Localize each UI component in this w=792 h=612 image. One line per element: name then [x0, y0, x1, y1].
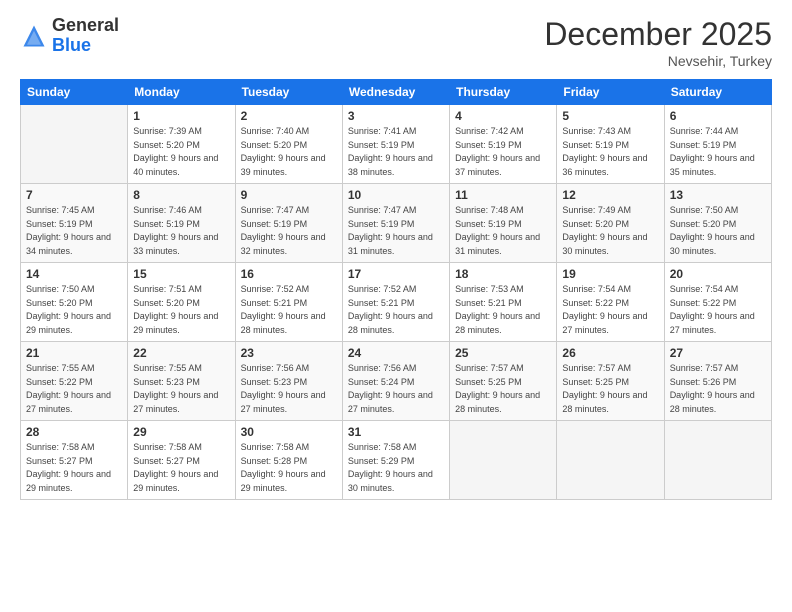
- table-row: 6Sunrise: 7:44 AMSunset: 5:19 PMDaylight…: [664, 105, 771, 184]
- table-row: 16Sunrise: 7:52 AMSunset: 5:21 PMDayligh…: [235, 263, 342, 342]
- calendar-page: General Blue December 2025 Nevsehir, Tur…: [0, 0, 792, 612]
- week-row-1: 1Sunrise: 7:39 AMSunset: 5:20 PMDaylight…: [21, 105, 772, 184]
- calendar-table: Sunday Monday Tuesday Wednesday Thursday…: [20, 79, 772, 500]
- table-row: 18Sunrise: 7:53 AMSunset: 5:21 PMDayligh…: [450, 263, 557, 342]
- col-sunday: Sunday: [21, 80, 128, 105]
- table-row: 24Sunrise: 7:56 AMSunset: 5:24 PMDayligh…: [342, 342, 449, 421]
- col-thursday: Thursday: [450, 80, 557, 105]
- logo-general-text: General: [52, 15, 119, 35]
- table-row: 21Sunrise: 7:55 AMSunset: 5:22 PMDayligh…: [21, 342, 128, 421]
- table-row: 3Sunrise: 7:41 AMSunset: 5:19 PMDaylight…: [342, 105, 449, 184]
- table-row: 12Sunrise: 7:49 AMSunset: 5:20 PMDayligh…: [557, 184, 664, 263]
- logo-blue-text: Blue: [52, 35, 91, 55]
- week-row-4: 21Sunrise: 7:55 AMSunset: 5:22 PMDayligh…: [21, 342, 772, 421]
- table-row: 30Sunrise: 7:58 AMSunset: 5:28 PMDayligh…: [235, 421, 342, 500]
- week-row-2: 7Sunrise: 7:45 AMSunset: 5:19 PMDaylight…: [21, 184, 772, 263]
- table-row: 14Sunrise: 7:50 AMSunset: 5:20 PMDayligh…: [21, 263, 128, 342]
- table-row: [557, 421, 664, 500]
- table-row: [664, 421, 771, 500]
- col-friday: Friday: [557, 80, 664, 105]
- table-row: 27Sunrise: 7:57 AMSunset: 5:26 PMDayligh…: [664, 342, 771, 421]
- header-row: Sunday Monday Tuesday Wednesday Thursday…: [21, 80, 772, 105]
- location: Nevsehir, Turkey: [544, 53, 772, 69]
- table-row: 29Sunrise: 7:58 AMSunset: 5:27 PMDayligh…: [128, 421, 235, 500]
- table-row: 10Sunrise: 7:47 AMSunset: 5:19 PMDayligh…: [342, 184, 449, 263]
- col-tuesday: Tuesday: [235, 80, 342, 105]
- month-title: December 2025: [544, 16, 772, 53]
- table-row: 23Sunrise: 7:56 AMSunset: 5:23 PMDayligh…: [235, 342, 342, 421]
- table-row: 15Sunrise: 7:51 AMSunset: 5:20 PMDayligh…: [128, 263, 235, 342]
- table-row: [450, 421, 557, 500]
- col-wednesday: Wednesday: [342, 80, 449, 105]
- table-row: 17Sunrise: 7:52 AMSunset: 5:21 PMDayligh…: [342, 263, 449, 342]
- table-row: 8Sunrise: 7:46 AMSunset: 5:19 PMDaylight…: [128, 184, 235, 263]
- col-saturday: Saturday: [664, 80, 771, 105]
- table-row: 4Sunrise: 7:42 AMSunset: 5:19 PMDaylight…: [450, 105, 557, 184]
- table-row: 22Sunrise: 7:55 AMSunset: 5:23 PMDayligh…: [128, 342, 235, 421]
- table-row: 5Sunrise: 7:43 AMSunset: 5:19 PMDaylight…: [557, 105, 664, 184]
- table-row: 13Sunrise: 7:50 AMSunset: 5:20 PMDayligh…: [664, 184, 771, 263]
- table-row: 19Sunrise: 7:54 AMSunset: 5:22 PMDayligh…: [557, 263, 664, 342]
- table-row: 11Sunrise: 7:48 AMSunset: 5:19 PMDayligh…: [450, 184, 557, 263]
- week-row-5: 28Sunrise: 7:58 AMSunset: 5:27 PMDayligh…: [21, 421, 772, 500]
- table-row: 20Sunrise: 7:54 AMSunset: 5:22 PMDayligh…: [664, 263, 771, 342]
- logo-icon: [20, 22, 48, 50]
- col-monday: Monday: [128, 80, 235, 105]
- week-row-3: 14Sunrise: 7:50 AMSunset: 5:20 PMDayligh…: [21, 263, 772, 342]
- table-row: [21, 105, 128, 184]
- table-row: 31Sunrise: 7:58 AMSunset: 5:29 PMDayligh…: [342, 421, 449, 500]
- table-row: 7Sunrise: 7:45 AMSunset: 5:19 PMDaylight…: [21, 184, 128, 263]
- table-row: 28Sunrise: 7:58 AMSunset: 5:27 PMDayligh…: [21, 421, 128, 500]
- table-row: 9Sunrise: 7:47 AMSunset: 5:19 PMDaylight…: [235, 184, 342, 263]
- logo: General Blue: [20, 16, 119, 56]
- header: General Blue December 2025 Nevsehir, Tur…: [20, 16, 772, 69]
- title-block: December 2025 Nevsehir, Turkey: [544, 16, 772, 69]
- table-row: 1Sunrise: 7:39 AMSunset: 5:20 PMDaylight…: [128, 105, 235, 184]
- table-row: 25Sunrise: 7:57 AMSunset: 5:25 PMDayligh…: [450, 342, 557, 421]
- table-row: 2Sunrise: 7:40 AMSunset: 5:20 PMDaylight…: [235, 105, 342, 184]
- table-row: 26Sunrise: 7:57 AMSunset: 5:25 PMDayligh…: [557, 342, 664, 421]
